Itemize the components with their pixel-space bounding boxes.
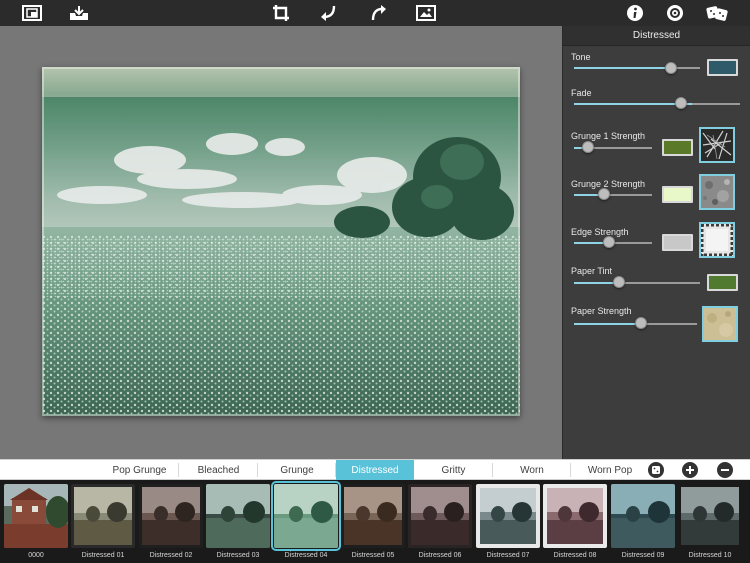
thumbnail-item[interactable]: Distressed 10 [678,484,742,559]
redo-icon[interactable] [366,2,390,24]
tab-worn[interactable]: Worn [493,460,571,480]
thumbnail-image [678,484,742,548]
tab-grunge[interactable]: Grunge [258,460,336,480]
compare-icon[interactable] [414,2,438,24]
thumbnail-image [139,484,203,548]
grunge-2-color-swatch[interactable] [662,186,693,203]
grunge-2-slider-knob[interactable] [598,188,610,200]
thumbnail-label: Distressed 08 [553,552,597,559]
thumbnail-label: Distressed 02 [149,552,193,559]
edge-slider-knob[interactable] [603,236,615,248]
paper-tint-slider-knob[interactable] [613,276,625,288]
thumbnail-image [271,481,341,551]
edited-photo[interactable] [42,67,520,416]
thumbnail-item[interactable]: 0000 [4,484,68,559]
thumbnail-image [476,484,540,548]
preset-thumbnails: 0000 Distressed 01 Distressed 02 Distres… [0,480,750,563]
thumbnail-item[interactable]: Distressed 09 [611,484,675,559]
thumbnail-image [543,484,607,548]
undo-icon[interactable] [317,2,341,24]
top-toolbar [0,0,750,26]
grunge-2-texture[interactable] [699,174,735,210]
thumbnail-item[interactable]: Distressed 01 [71,484,135,559]
thumbnail-item[interactable]: Distressed 02 [139,484,203,559]
fade-slider[interactable] [574,103,740,105]
paper-strength-slider-knob[interactable] [635,317,647,329]
paper-tint-label: Paper Tint [571,266,613,276]
random-dice-icon[interactable] [705,2,729,24]
thumbnail-label: 0000 [28,552,44,559]
save-tray-icon[interactable] [67,2,91,24]
thumbnail-label: Distressed 04 [284,552,328,559]
paper-texture[interactable] [702,306,738,342]
thumbnail-item[interactable]: Distressed 05 [341,484,405,559]
thumbnail-label: Distressed 10 [688,552,732,559]
thumbnail-label: Distressed 03 [216,552,260,559]
settings-icon[interactable] [663,2,687,24]
grunge-1-texture[interactable] [699,127,735,163]
grunge-2-label: Grunge 2 Strength [571,179,646,189]
tone-slider[interactable] [574,67,700,69]
grunge-1-slider-knob[interactable] [582,141,594,153]
paper-tint-slider[interactable] [574,282,700,284]
remove-icon[interactable] [717,462,733,478]
tone-color-swatch[interactable] [707,59,738,76]
thumbnail-label: Distressed 01 [81,552,125,559]
paper-tint-color-swatch[interactable] [707,274,738,291]
panel-title: Distressed [563,26,750,46]
fade-slider-knob[interactable] [675,97,687,109]
tab-gritty[interactable]: Gritty [414,460,493,480]
dice-icon[interactable] [648,462,664,478]
thumbnail-label: Distressed 06 [418,552,462,559]
tab-worn-pop[interactable]: Worn Pop [571,460,649,480]
thumbnail-image [408,484,472,548]
grunge-1-color-swatch[interactable] [662,139,693,156]
thumbnail-image [206,484,270,548]
thumbnail-label: Distressed 07 [486,552,530,559]
photo-canvas [0,26,562,459]
grunge-2-slider[interactable] [574,194,652,196]
add-icon[interactable] [682,462,698,478]
grunge-1-label: Grunge 1 Strength [571,131,646,141]
thumbnail-item[interactable]: Distressed 08 [543,484,607,559]
frame-icon[interactable] [20,2,44,24]
tone-slider-knob[interactable] [665,62,677,74]
thumbnail-label: Distressed 09 [621,552,665,559]
thumbnail-image [71,484,135,548]
fade-label: Fade [571,88,592,98]
adjustments-panel: Distressed Tone Fade Grunge 1 Strength G… [562,26,750,459]
tone-label: Tone [571,52,591,62]
thumbnail-item[interactable]: Distressed 07 [476,484,540,559]
tab-pop-grunge[interactable]: Pop Grunge [100,460,179,480]
thumbnail-image [611,484,675,548]
crop-icon[interactable] [269,2,293,24]
thumbnail-item[interactable]: Distressed 06 [408,484,472,559]
info-icon[interactable] [623,2,647,24]
paper-strength-label: Paper Strength [571,306,632,316]
tab-bleached[interactable]: Bleached [179,460,258,480]
thumbnail-label: Distressed 05 [351,552,395,559]
thumbnail-item[interactable]: Distressed 04 [271,481,341,559]
edge-label: Edge Strength [571,227,629,237]
thumbnail-image [341,484,405,548]
tab-distressed[interactable]: Distressed [336,460,414,480]
thumbnail-image [4,484,68,548]
edge-texture[interactable] [698,221,736,259]
edge-color-swatch[interactable] [662,234,693,251]
filter-category-tabs: Pop Grunge Bleached Grunge Distressed Gr… [0,459,750,480]
thumbnail-item[interactable]: Distressed 03 [206,484,270,559]
